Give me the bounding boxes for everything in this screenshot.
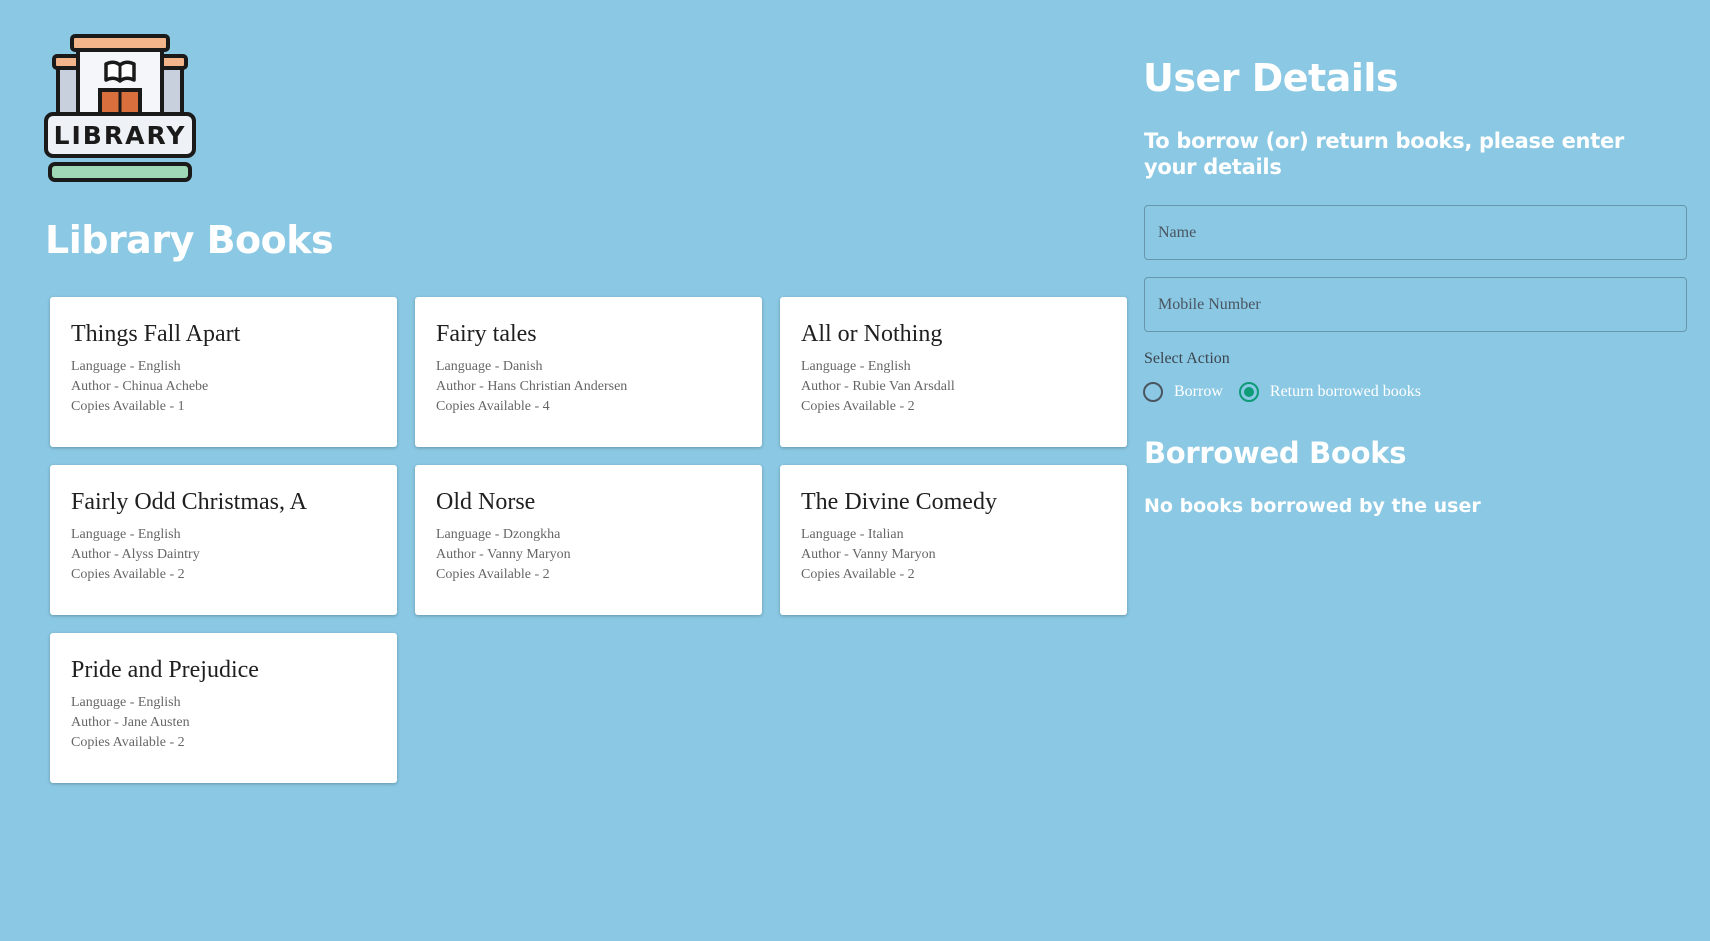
book-card[interactable]: Fairy tales Language - Danish Author - H… [415, 297, 762, 447]
return-radio-option[interactable]: Return borrowed books [1238, 382, 1421, 402]
mobile-number-field[interactable] [1144, 277, 1687, 332]
book-language: Language - Dzongkha [436, 527, 561, 542]
book-title: Things Fall Apart [71, 321, 241, 347]
book-author: Author - Vanny Maryon [801, 547, 936, 562]
action-radio-group: Borrow Return borrowed books [1143, 381, 1437, 403]
book-copies: Copies Available - 2 [436, 567, 550, 582]
borrow-radio-button[interactable] [1143, 382, 1163, 402]
book-title: The Divine Comedy [801, 489, 997, 515]
library-building-icon: LIBRARY [44, 34, 196, 182]
book-card[interactable]: Old Norse Language - Dzongkha Author - V… [415, 465, 762, 615]
borrowed-books-title: Borrowed Books [1144, 436, 1407, 470]
book-language: Language - Italian [801, 527, 904, 542]
user-details-subtitle: To borrow (or) return books, please ente… [1144, 129, 1624, 179]
book-card[interactable]: The Divine Comedy Language - Italian Aut… [780, 465, 1127, 615]
book-copies: Copies Available - 1 [71, 399, 185, 414]
book-language: Language - English [71, 359, 181, 374]
return-radio-label[interactable]: Return borrowed books [1270, 383, 1421, 401]
book-card[interactable]: All or Nothing Language - English Author… [780, 297, 1127, 447]
book-language: Language - Danish [436, 359, 543, 374]
book-language: Language - English [71, 695, 181, 710]
library-books-title: Library Books [45, 218, 334, 262]
book-author: Author - Chinua Achebe [71, 379, 209, 394]
book-copies: Copies Available - 2 [71, 567, 185, 582]
empty-borrowed-message: No books borrowed by the user [1144, 495, 1481, 517]
borrow-radio-label[interactable]: Borrow [1174, 383, 1223, 401]
books-grid: Things Fall Apart Language - English Aut… [50, 297, 1127, 783]
book-title: All or Nothing [801, 321, 943, 347]
book-copies: Copies Available - 2 [801, 567, 915, 582]
book-language: Language - English [71, 527, 181, 542]
book-card[interactable]: Pride and Prejudice Language - English A… [50, 633, 397, 783]
book-author: Author - Rubie Van Arsdall [801, 379, 955, 394]
book-title: Fairly Odd Christmas, A [71, 489, 308, 515]
borrow-radio-option[interactable]: Borrow [1143, 382, 1223, 402]
library-logo: LIBRARY [44, 34, 198, 188]
book-author: Author - Jane Austen [71, 715, 190, 730]
book-author: Author - Alyss Daintry [71, 547, 200, 562]
user-details-title: User Details [1143, 56, 1399, 100]
select-action-label: Select Action [1144, 350, 1230, 367]
book-title: Fairy tales [436, 321, 537, 347]
book-copies: Copies Available - 2 [71, 735, 185, 750]
book-card[interactable]: Fairly Odd Christmas, A Language - Engli… [50, 465, 397, 615]
name-field[interactable] [1144, 205, 1687, 260]
return-radio-button[interactable] [1238, 382, 1259, 402]
book-title: Old Norse [436, 489, 536, 515]
book-language: Language - English [801, 359, 911, 374]
book-copies: Copies Available - 4 [436, 399, 550, 414]
book-author: Author - Hans Christian Andersen [436, 379, 628, 394]
logo-text: LIBRARY [54, 121, 187, 150]
book-title: Pride and Prejudice [71, 657, 259, 683]
book-card[interactable]: Things Fall Apart Language - English Aut… [50, 297, 397, 447]
book-copies: Copies Available - 2 [801, 399, 915, 414]
book-author: Author - Vanny Maryon [436, 547, 571, 562]
